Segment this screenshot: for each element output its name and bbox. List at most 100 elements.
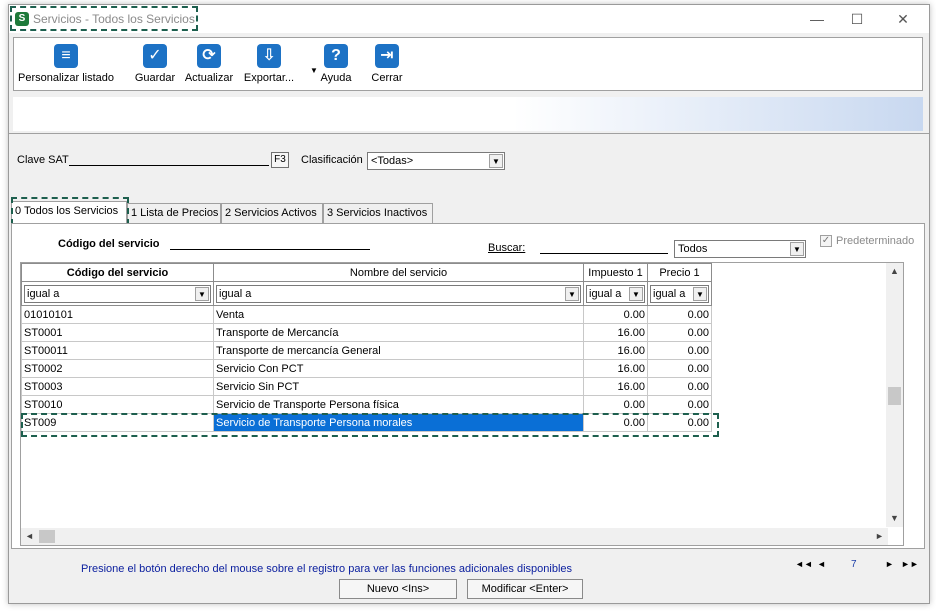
precio-cell[interactable]: 0.00 [647, 395, 712, 414]
impuesto-cell[interactable]: 16.00 [583, 359, 648, 378]
first-page-icon[interactable]: ◄◄ [795, 559, 813, 569]
maximize-button[interactable]: ☐ [845, 9, 869, 29]
modificar-button[interactable]: Modificar <Enter> [467, 579, 583, 599]
col-impuesto-header[interactable]: Impuesto 1 [583, 263, 648, 282]
col-codigo-header[interactable]: Código del servicio [21, 263, 214, 282]
search-scope-select[interactable]: Todos ▼ [674, 240, 806, 258]
nombre-filter-select[interactable]: igual a ▼ [216, 284, 581, 303]
codigo-cell[interactable]: 01010101 [21, 305, 214, 324]
impuesto-cell[interactable]: 16.00 [583, 341, 648, 360]
close-button[interactable]: ✕ [891, 9, 915, 29]
nombre-cell[interactable]: Servicio de Transporte Persona morales [213, 413, 584, 432]
impuesto-cell[interactable]: 0.00 [583, 413, 648, 432]
nuevo-button[interactable]: Nuevo <Ins> [339, 579, 457, 599]
vertical-scroll-thumb[interactable] [888, 387, 901, 405]
nombre-cell[interactable]: Transporte de mercancía General [213, 341, 584, 360]
impuesto-filter-select[interactable]: igual a ▼ [586, 284, 645, 303]
precio-filter-select[interactable]: igual a ▼ [650, 284, 709, 303]
ayuda-label: Ayuda [320, 72, 352, 84]
precio-cell[interactable]: 0.00 [647, 377, 712, 396]
chevron-down-icon[interactable]: ▼ [886, 510, 903, 527]
horizontal-scroll-thumb[interactable] [39, 530, 55, 543]
precio-cell[interactable]: 0.00 [647, 305, 712, 324]
chevron-up-icon[interactable]: ▲ [886, 263, 903, 280]
codigo-cell[interactable]: ST0003 [21, 377, 214, 396]
impuesto-cell[interactable]: 16.00 [583, 377, 648, 396]
impuesto-cell[interactable]: 0.00 [583, 395, 648, 414]
table-row[interactable]: ST0010 Servicio de Transporte Persona fí… [21, 395, 712, 414]
codigo-cell[interactable]: ST00011 [21, 341, 214, 360]
next-page-icon[interactable]: ► [885, 559, 894, 569]
precio-filter-value: igual a [653, 287, 686, 300]
impuesto-cell[interactable]: 16.00 [583, 323, 648, 342]
codigo-cell[interactable]: ST0001 [21, 323, 214, 342]
clave-sat-input[interactable] [69, 152, 269, 166]
exportar-button[interactable]: ⇩ Exportar... [242, 40, 296, 90]
export-icon: ⇩ [257, 44, 281, 68]
table-row[interactable]: ST00011 Transporte de mercancía General … [21, 341, 712, 360]
guardar-button[interactable]: ✓ Guardar [132, 40, 178, 90]
nombre-cell[interactable]: Servicio Sin PCT [213, 377, 584, 396]
ayuda-button[interactable]: ? Ayuda [316, 40, 356, 90]
table-row[interactable]: 01010101 Venta 0.00 0.00 [21, 305, 712, 324]
services-grid: Código del servicio Nombre del servicio … [20, 262, 904, 546]
horizontal-scrollbar[interactable]: ◄ ► [21, 528, 888, 545]
context-menu-hint: Presione el botón derecho del mouse sobr… [81, 563, 573, 575]
exportar-label: Exportar... [243, 72, 295, 84]
buscar-label: Buscar: [488, 242, 526, 254]
nombre-cell[interactable]: Servicio de Transporte Persona física [213, 395, 584, 414]
selected-table-row[interactable]: ST009 Servicio de Transporte Persona mor… [21, 413, 712, 432]
table-row[interactable]: ST0001 Transporte de Mercancía 16.00 0.0… [21, 323, 712, 342]
predeterminado-checkbox[interactable]: ✓ [820, 235, 832, 247]
nombre-cell[interactable]: Transporte de Mercancía [213, 323, 584, 342]
previous-page-icon[interactable]: ◄ [817, 559, 826, 569]
nombre-filter-cell: igual a ▼ [213, 281, 584, 306]
chevron-left-icon[interactable]: ◄ [21, 528, 38, 545]
codigo-servicio-search-input[interactable] [170, 236, 370, 250]
codigo-filter-value: igual a [27, 287, 60, 300]
last-page-icon[interactable]: ►► [901, 559, 919, 569]
services-table: Código del servicio Nombre del servicio … [21, 263, 712, 432]
tab-servicios-activos[interactable]: 2 Servicios Activos [221, 203, 323, 223]
refresh-icon: ⟳ [197, 44, 221, 68]
help-icon: ? [324, 44, 348, 68]
tab-lista-precios[interactable]: 1 Lista de Precios [127, 203, 221, 223]
f3-button[interactable]: F3 [271, 152, 289, 168]
precio-cell[interactable]: 0.00 [647, 323, 712, 342]
chevron-down-icon: ▼ [565, 286, 579, 301]
precio-cell[interactable]: 0.00 [647, 359, 712, 378]
cerrar-button[interactable]: ⇥ Cerrar [368, 40, 406, 90]
tab-highlight-frame [11, 197, 129, 225]
table-row[interactable]: ST0002 Servicio Con PCT 16.00 0.00 [21, 359, 712, 378]
clasificacion-select[interactable]: <Todas> ▼ [367, 152, 505, 170]
precio-cell[interactable]: 0.00 [647, 341, 712, 360]
checkmark-icon: ✓ [143, 44, 167, 68]
minimize-button[interactable]: — [805, 9, 829, 29]
codigo-filter-select[interactable]: igual a ▼ [24, 284, 211, 303]
chevron-down-icon: ▼ [790, 242, 804, 256]
chevron-right-icon[interactable]: ► [871, 528, 888, 545]
toolbar: ≡ Personalizar listado ✓ Guardar ⟳ Actua… [13, 37, 923, 91]
impuesto-filter-value: igual a [589, 287, 622, 300]
nombre-cell[interactable]: Servicio Con PCT [213, 359, 584, 378]
nombre-cell[interactable]: Venta [213, 305, 584, 324]
codigo-cell[interactable]: ST0002 [21, 359, 214, 378]
codigo-cell[interactable]: ST009 [21, 413, 214, 432]
table-row[interactable]: ST0003 Servicio Sin PCT 16.00 0.00 [21, 377, 712, 396]
col-precio-header[interactable]: Precio 1 [647, 263, 712, 282]
actualizar-button[interactable]: ⟳ Actualizar [182, 40, 236, 90]
precio-cell[interactable]: 0.00 [647, 413, 712, 432]
vertical-scrollbar[interactable]: ▲ ▼ [886, 263, 903, 527]
chevron-down-icon: ▼ [489, 154, 503, 168]
personalizar-listado-button[interactable]: ≡ Personalizar listado [16, 40, 116, 90]
col-nombre-header[interactable]: Nombre del servicio [213, 263, 584, 282]
codigo-cell[interactable]: ST0010 [21, 395, 214, 414]
impuesto-cell[interactable]: 0.00 [583, 305, 648, 324]
clasificacion-label: Clasificación [301, 154, 363, 166]
clasificacion-value: <Todas> [371, 155, 414, 167]
chevron-down-icon: ▼ [195, 286, 209, 301]
codigo-filter-cell: igual a ▼ [21, 281, 214, 306]
tab-servicios-inactivos[interactable]: 3 Servicios Inactivos [323, 203, 433, 223]
buscar-input[interactable] [540, 240, 668, 254]
title-bar: S Servicios - Todos los Servicios — ☐ ✕ [9, 5, 929, 33]
